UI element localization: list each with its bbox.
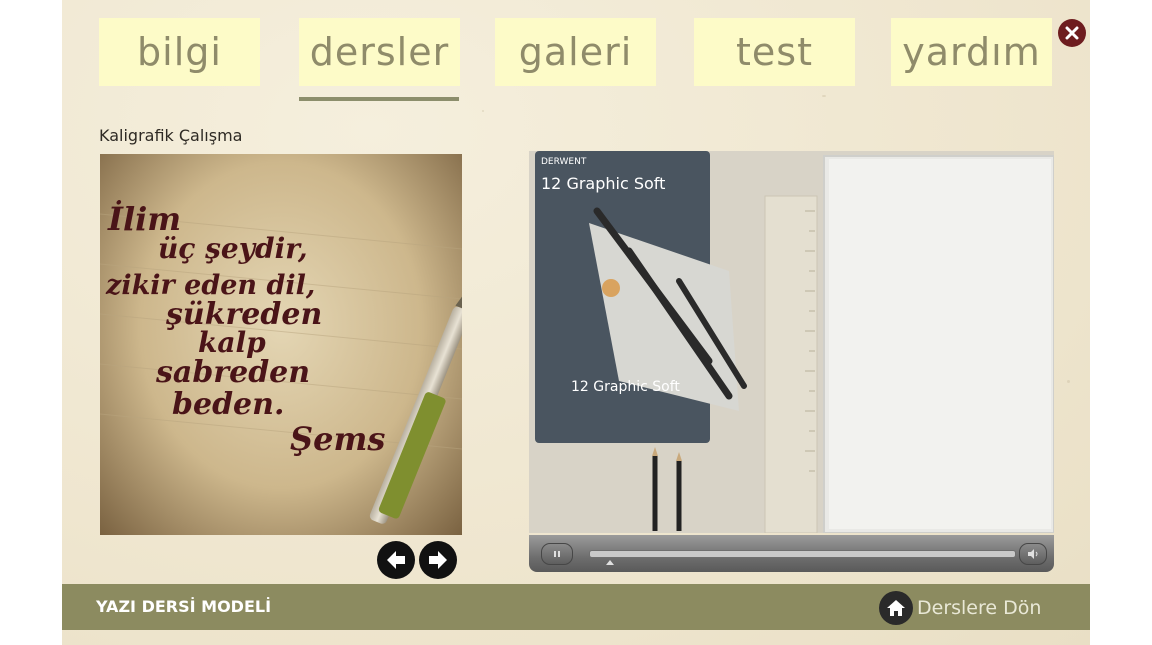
tab-label: bilgi — [137, 30, 222, 74]
pause-icon — [554, 551, 560, 557]
tab-label: yardım — [902, 30, 1041, 74]
close-button[interactable] — [1058, 19, 1086, 47]
pencil-box-brand: DERWENT — [541, 157, 587, 167]
section-title: Kaligrafik Çalışma — [99, 126, 243, 145]
video-controls — [529, 535, 1054, 572]
tab-galeri[interactable]: galeri — [495, 18, 656, 86]
back-to-lessons-label: Derslere Dön — [917, 597, 1042, 619]
pencil-box-title: 12 Graphic Soft — [541, 174, 665, 193]
previous-button[interactable] — [377, 541, 415, 579]
seek-position-marker[interactable] — [606, 560, 615, 565]
tab-label: galeri — [518, 30, 633, 74]
volume-icon — [1028, 549, 1038, 559]
active-tab-indicator — [299, 97, 459, 101]
calligraphy-line: beden. — [172, 387, 284, 422]
close-icon — [1065, 26, 1079, 40]
calligraphy-line: üç şeydir, — [158, 232, 308, 265]
back-to-lessons-link[interactable]: Derslere Dön — [879, 591, 1041, 625]
arrow-left-icon — [387, 551, 405, 569]
calligraphy-line: sabreden — [155, 355, 310, 390]
tab-label: dersler — [309, 30, 450, 74]
footer-title: YAZI DERSİ MODELİ — [96, 597, 272, 616]
volume-button[interactable] — [1019, 543, 1047, 565]
calligraphy-image: İlim üç şeydir, zikir eden dil, şükreden… — [100, 154, 462, 535]
next-button[interactable] — [419, 541, 457, 579]
image-navigation — [377, 541, 457, 579]
arrow-right-icon — [429, 551, 447, 569]
tab-dersler[interactable]: dersler — [299, 18, 460, 86]
footer-bar: YAZI DERSİ MODELİ Derslere Dön — [62, 584, 1090, 630]
home-icon — [879, 591, 913, 625]
calligraphy-signature: Şems — [290, 420, 385, 458]
pause-button[interactable] — [541, 543, 573, 565]
seek-bar[interactable] — [589, 550, 1016, 558]
tab-yardim[interactable]: yardım — [891, 18, 1052, 86]
tab-bilgi[interactable]: bilgi — [99, 18, 260, 86]
svg-text:12 Graphic Soft: 12 Graphic Soft — [571, 379, 680, 395]
video-player[interactable]: DERWENT 12 Graphic Soft 12 Graphic Soft — [529, 151, 1054, 533]
lesson-page: bilgi dersler galeri test yardım Kaligra… — [62, 0, 1090, 645]
tab-test[interactable]: test — [694, 18, 855, 86]
tab-label: test — [736, 30, 813, 74]
